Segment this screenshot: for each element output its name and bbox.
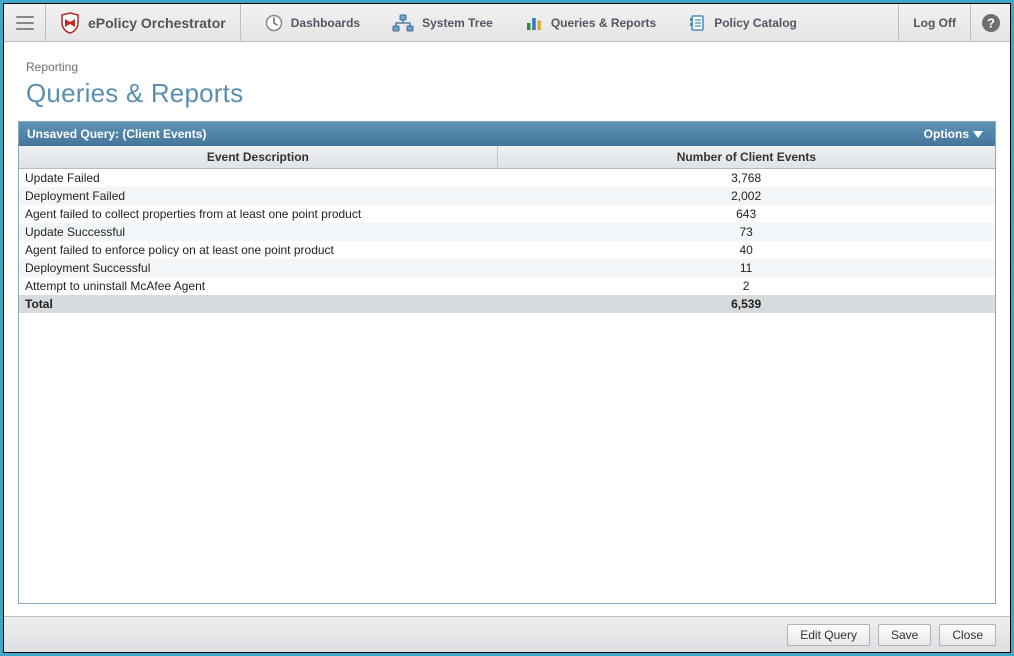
total-label: Total <box>19 295 497 313</box>
table-row[interactable]: Deployment Successful 11 <box>19 259 995 277</box>
top-nav: Dashboards System Tree <box>241 4 899 41</box>
bar-chart-icon <box>525 14 543 32</box>
total-count: 6,539 <box>497 295 995 313</box>
table-row[interactable]: Update Failed 3,768 <box>19 169 995 188</box>
table-total-row: Total 6,539 <box>19 295 995 313</box>
nav-policy-catalog[interactable]: Policy Catalog <box>672 4 813 41</box>
options-button[interactable]: Options <box>920 126 987 142</box>
chevron-down-icon <box>973 131 983 138</box>
col-event-description[interactable]: Event Description <box>19 146 497 169</box>
cell-count: 40 <box>497 241 995 259</box>
nav-label: Policy Catalog <box>714 16 797 30</box>
edit-query-button[interactable]: Edit Query <box>787 624 870 646</box>
nav-queries-reports[interactable]: Queries & Reports <box>509 4 672 41</box>
cell-count: 2,002 <box>497 187 995 205</box>
logoff-button[interactable]: Log Off <box>898 4 970 41</box>
cell-count: 73 <box>497 223 995 241</box>
top-bar: ePolicy Orchestrator Dashboards <box>4 4 1010 42</box>
cell-count: 2 <box>497 277 995 295</box>
help-icon: ? <box>981 13 1001 33</box>
brand[interactable]: ePolicy Orchestrator <box>46 4 241 41</box>
tree-icon <box>392 14 414 32</box>
catalog-icon <box>688 14 706 32</box>
table-row[interactable]: Attempt to uninstall McAfee Agent 2 <box>19 277 995 295</box>
nav-system-tree[interactable]: System Tree <box>376 4 509 41</box>
hamburger-icon <box>16 16 34 30</box>
footer-bar: Edit Query Save Close <box>4 616 1010 652</box>
cell-count: 3,768 <box>497 169 995 188</box>
cell-desc: Deployment Successful <box>19 259 497 277</box>
table-row[interactable]: Deployment Failed 2,002 <box>19 187 995 205</box>
table-row[interactable]: Agent failed to enforce policy on at lea… <box>19 241 995 259</box>
query-titlebar: Unsaved Query: (Client Events) Options <box>19 122 995 146</box>
cell-desc: Attempt to uninstall McAfee Agent <box>19 277 497 295</box>
results-table: Event Description Number of Client Event… <box>19 146 995 313</box>
menu-button[interactable] <box>4 4 46 41</box>
nav-label: Queries & Reports <box>551 16 656 30</box>
table-row[interactable]: Agent failed to collect properties from … <box>19 205 995 223</box>
cell-count: 643 <box>497 205 995 223</box>
col-event-count[interactable]: Number of Client Events <box>497 146 995 169</box>
table-row[interactable]: Update Successful 73 <box>19 223 995 241</box>
options-label: Options <box>924 127 969 141</box>
save-button[interactable]: Save <box>878 624 931 646</box>
cell-desc: Update Successful <box>19 223 497 241</box>
nav-label: Dashboards <box>291 16 360 30</box>
cell-count: 11 <box>497 259 995 277</box>
help-button[interactable]: ? <box>970 4 1010 41</box>
breadcrumb: Reporting <box>26 60 988 74</box>
svg-text:?: ? <box>987 15 995 30</box>
brand-name: ePolicy Orchestrator <box>88 15 226 31</box>
clock-icon <box>265 14 283 32</box>
cell-desc: Deployment Failed <box>19 187 497 205</box>
nav-dashboards[interactable]: Dashboards <box>249 4 376 41</box>
cell-desc: Agent failed to collect properties from … <box>19 205 497 223</box>
nav-label: System Tree <box>422 16 493 30</box>
page-title: Queries & Reports <box>26 78 988 109</box>
close-button[interactable]: Close <box>939 624 996 646</box>
page-header: Reporting Queries & Reports <box>4 42 1010 117</box>
cell-desc: Update Failed <box>19 169 497 188</box>
mcafee-shield-icon <box>60 12 80 34</box>
query-panel: Unsaved Query: (Client Events) Options E… <box>18 121 996 604</box>
logoff-label: Log Off <box>913 16 956 30</box>
query-title: Unsaved Query: (Client Events) <box>27 127 206 141</box>
cell-desc: Agent failed to enforce policy on at lea… <box>19 241 497 259</box>
